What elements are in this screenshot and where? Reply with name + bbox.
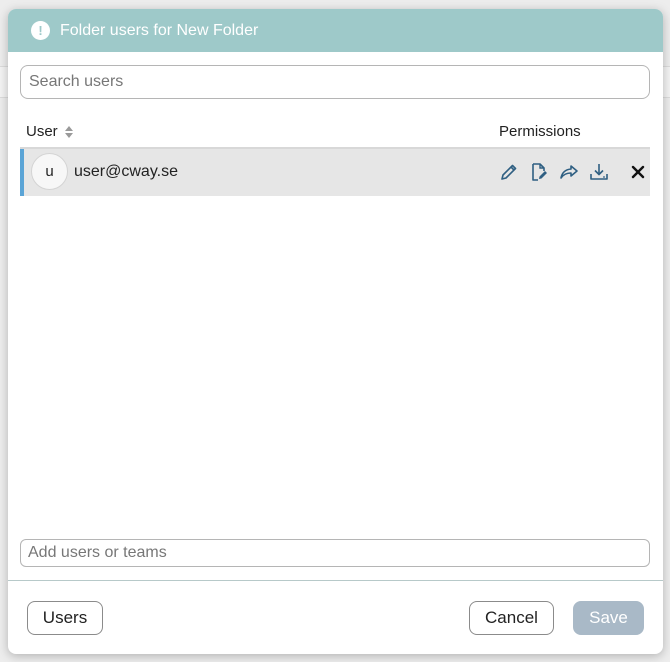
column-header-user-label: User	[26, 123, 58, 140]
footer-divider	[8, 580, 663, 581]
users-button[interactable]: Users	[27, 601, 103, 635]
cancel-button[interactable]: Cancel	[469, 601, 554, 635]
file-edit-icon[interactable]	[528, 161, 550, 183]
column-header-permissions: Permissions	[499, 123, 581, 140]
download-icon[interactable]	[588, 161, 610, 183]
pencil-icon[interactable]	[498, 161, 520, 183]
sort-icon	[64, 125, 73, 138]
avatar: u	[31, 153, 68, 190]
folder-users-dialog: ! Folder users for New Folder User Permi…	[8, 9, 663, 654]
column-header-user[interactable]: User	[26, 123, 74, 140]
close-icon[interactable]	[627, 161, 649, 183]
table-row[interactable]: u user@cway.se	[20, 149, 650, 196]
save-button[interactable]: Save	[573, 601, 644, 635]
share-icon[interactable]	[558, 161, 580, 183]
exclamation-circle-icon: !	[31, 21, 50, 40]
add-users-input[interactable]	[20, 539, 650, 567]
user-email: user@cway.se	[74, 163, 178, 180]
search-users-input[interactable]	[20, 65, 650, 99]
dialog-header: ! Folder users for New Folder	[8, 9, 663, 52]
dialog-title: Folder users for New Folder	[60, 21, 259, 39]
